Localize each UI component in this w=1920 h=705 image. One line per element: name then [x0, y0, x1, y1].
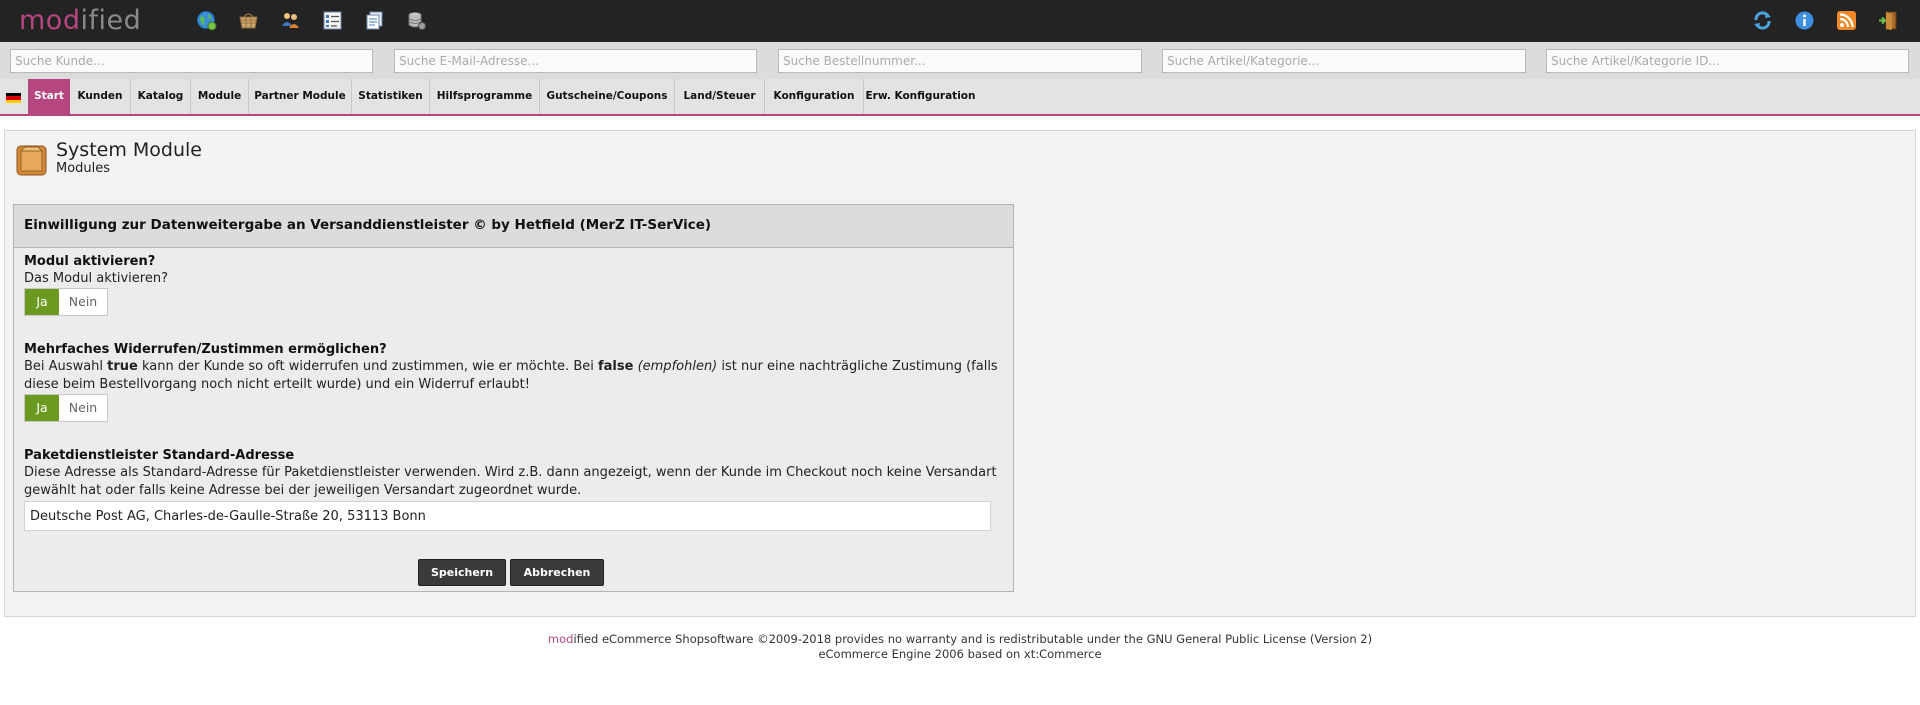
top-bar: modified: [0, 0, 1920, 42]
field-title-multiple-revoke: Mehrfaches Widerrufen/Zustimmen ermöglic…: [24, 342, 387, 357]
search-article-id-input[interactable]: [1546, 49, 1909, 73]
cancel-button[interactable]: Abbrechen: [510, 559, 604, 586]
desc-true-keyword: true: [107, 359, 138, 374]
field-title-activate: Modul aktivieren?: [24, 254, 156, 269]
footer-brand-part1: mod: [547, 632, 574, 646]
module-settings-box: Einwilligung zur Datenweitergabe an Vers…: [13, 204, 1014, 592]
multiple-revoke-yes-option[interactable]: Ja: [25, 395, 59, 421]
nav-item-erw-konfiguration[interactable]: Erw. Konfiguration: [864, 79, 977, 114]
german-flag-icon[interactable]: [6, 93, 21, 103]
logo-part1: mod: [19, 5, 81, 36]
nav-item-module[interactable]: Module: [191, 79, 249, 114]
field-desc-default-address: Diese Adresse als Standard-Adresse für P…: [24, 465, 997, 498]
page-subtitle: Modules: [56, 161, 111, 176]
module-heading: Einwilligung zur Datenweitergabe an Vers…: [14, 205, 1013, 248]
globe-icon[interactable]: [196, 10, 217, 31]
nav-item-konfiguration[interactable]: Konfiguration: [765, 79, 864, 114]
search-customer-input[interactable]: [10, 49, 373, 73]
nav-item-partner-module[interactable]: Partner Module: [249, 79, 352, 114]
activate-toggle: Ja Nein: [24, 288, 108, 316]
search-bar: [0, 42, 1920, 79]
search-order-number-input[interactable]: [778, 49, 1142, 73]
nav-item-katalog[interactable]: Katalog: [131, 79, 191, 114]
desc-text-1: Bei Auswahl: [24, 359, 108, 374]
desc-false-keyword: false: [597, 359, 634, 374]
activate-yes-option[interactable]: Ja: [25, 289, 59, 315]
logout-icon[interactable]: [1878, 10, 1899, 31]
field-desc-activate: Das Modul aktivieren?: [24, 271, 168, 286]
nav-item-kunden[interactable]: Kunden: [70, 79, 131, 114]
nav-item-hilfsprogramme[interactable]: Hilfsprogramme: [430, 79, 540, 114]
footer-license-text: eCommerce Shopsoftware ©2009-2018 provid…: [598, 632, 1373, 646]
multiple-revoke-toggle: Ja Nein: [24, 394, 108, 422]
field-desc-multiple-revoke: Bei Auswahl true kann der Kunde so oft w…: [24, 358, 1004, 394]
logo-part2: ified: [80, 5, 142, 36]
content-panel: System Module Modules Einwilligung zur D…: [4, 130, 1916, 617]
save-button[interactable]: Speichern: [418, 559, 506, 586]
nav-item-start[interactable]: Start: [28, 79, 70, 114]
footer-brand-part2: ified: [573, 632, 599, 646]
search-article-input[interactable]: [1162, 49, 1526, 73]
field-title-default-address: Paketdienstleister Standard-Adresse: [24, 448, 295, 463]
default-address-input[interactable]: [24, 501, 991, 531]
rss-icon[interactable]: [1836, 10, 1857, 31]
nav-item-gutscheine-coupons[interactable]: Gutscheine/Coupons: [540, 79, 675, 114]
shop-basket-icon[interactable]: [238, 10, 259, 31]
refresh-icon[interactable]: [1752, 10, 1773, 31]
activate-no-option[interactable]: Nein: [59, 289, 107, 315]
search-email-input[interactable]: [394, 49, 757, 73]
footer-line-1: modified eCommerce Shopsoftware ©2009-20…: [0, 632, 1920, 647]
footer: modified eCommerce Shopsoftware ©2009-20…: [0, 632, 1920, 662]
nav-item-statistiken[interactable]: Statistiken: [352, 79, 430, 114]
documents-icon[interactable]: [364, 10, 385, 31]
checklist-icon[interactable]: [322, 10, 343, 31]
multiple-revoke-no-option[interactable]: Nein: [59, 395, 107, 421]
info-icon[interactable]: [1794, 10, 1815, 31]
database-icon[interactable]: [406, 10, 427, 31]
nav-item-land-steuer[interactable]: Land/Steuer: [675, 79, 765, 114]
desc-recommended-note: (empfohlen): [637, 359, 718, 374]
page-title: System Module: [56, 139, 202, 161]
users-icon[interactable]: [280, 10, 301, 31]
desc-text-2: kann der Kunde so oft widerrufen und zus…: [137, 359, 598, 374]
footer-line-2: eCommerce Engine 2006 based on xt:Commer…: [818, 647, 1102, 661]
main-navigation: Start Kunden Katalog Module Partner Modu…: [0, 79, 1920, 116]
logo[interactable]: modified: [19, 4, 141, 38]
module-box-icon: [16, 143, 47, 176]
